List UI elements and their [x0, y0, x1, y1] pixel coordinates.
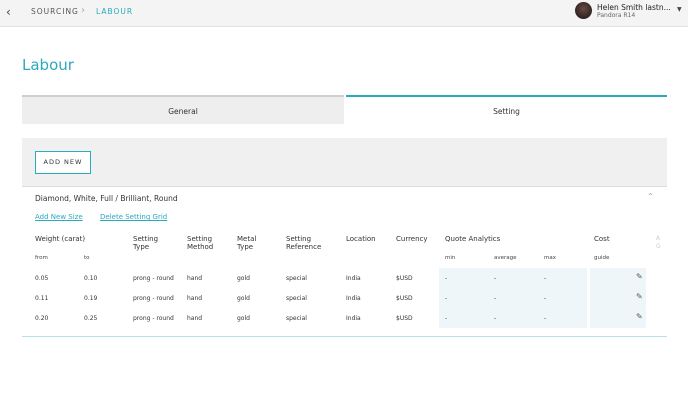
cell-metal-type: gold [237, 275, 250, 282]
cell-setting-reference: special [286, 295, 307, 302]
cell-location: India [346, 275, 361, 282]
edit-pencil-icon[interactable]: ✎ [636, 272, 643, 281]
cell-setting-type: prong - round [133, 315, 174, 322]
cell-to: 0.25 [84, 315, 98, 322]
cell-average: - [494, 315, 497, 322]
header-cost: Cost [594, 235, 610, 243]
cell-setting-reference: special [286, 315, 307, 322]
cell-min: - [445, 275, 448, 282]
cell-to: 0.19 [84, 295, 98, 302]
tab-setting[interactable]: Setting [346, 95, 667, 124]
table-row: 0.11 0.19 prong - round hand gold specia… [0, 288, 688, 308]
subheader-average: average [494, 255, 517, 261]
user-org: Pandora R14 [597, 12, 636, 19]
cell-min: - [445, 295, 448, 302]
header-faded-column: AG [656, 235, 661, 250]
cell-from: 0.20 [35, 315, 49, 322]
subheader-from: from [35, 255, 48, 261]
header-setting-method: Setting Method [187, 235, 214, 251]
cell-currency: $USD [396, 275, 413, 282]
add-new-size-link[interactable]: Add New Size [35, 213, 83, 221]
subheader-guide: guide [594, 255, 610, 261]
header-setting-reference: Setting Reference [286, 235, 322, 251]
cell-setting-type: prong - round [133, 295, 174, 302]
table-row: 0.20 0.25 prong - round hand gold specia… [0, 308, 688, 328]
group-title: Diamond, White, Full / Brilliant, Round [35, 194, 178, 203]
cell-location: India [346, 295, 361, 302]
header-metal-type: Metal Type [237, 235, 257, 251]
cell-currency: $USD [396, 295, 413, 302]
top-bar: ‹ SOURCING › LABOUR Helen Smith lastn...… [0, 0, 688, 27]
cell-setting-method: hand [187, 315, 203, 322]
breadcrumb-labour: LABOUR [96, 7, 134, 16]
cell-currency: $USD [396, 315, 413, 322]
page-title: Labour [22, 56, 74, 74]
header-currency: Currency [396, 235, 428, 243]
cell-average: - [494, 295, 497, 302]
table-row: 0.05 0.10 prong - round hand gold specia… [0, 268, 688, 288]
table-bottom-divider [22, 336, 667, 337]
header-setting-type: Setting Type [133, 235, 159, 251]
tab-general[interactable]: General [22, 95, 344, 124]
avatar[interactable] [575, 2, 592, 19]
cell-metal-type: gold [237, 315, 250, 322]
subheader-to: to [84, 255, 90, 261]
edit-pencil-icon[interactable]: ✎ [636, 312, 643, 321]
back-chevron-icon[interactable]: ‹ [6, 5, 16, 19]
cell-max: - [544, 315, 547, 322]
user-menu-caret-icon[interactable]: ▼ [677, 6, 682, 13]
subheader-min: min [445, 255, 456, 261]
cell-max: - [544, 275, 547, 282]
user-name[interactable]: Helen Smith lastn... [597, 3, 671, 12]
delete-setting-grid-link[interactable]: Delete Setting Grid [100, 213, 167, 221]
cell-min: - [445, 315, 448, 322]
cell-setting-method: hand [187, 295, 203, 302]
cell-from: 0.11 [35, 295, 49, 302]
cell-max: - [544, 295, 547, 302]
cell-from: 0.05 [35, 275, 49, 282]
cell-metal-type: gold [237, 295, 250, 302]
edit-pencil-icon[interactable]: ✎ [636, 292, 643, 301]
collapse-chevron-icon[interactable]: ⌃ [647, 192, 654, 201]
cell-average: - [494, 275, 497, 282]
cell-setting-type: prong - round [133, 275, 174, 282]
action-panel: ADD NEW [22, 138, 667, 186]
header-location: Location [346, 235, 376, 243]
cell-setting-method: hand [187, 275, 203, 282]
header-weight: Weight (carat) [35, 235, 86, 243]
cell-location: India [346, 315, 361, 322]
cell-to: 0.10 [84, 275, 98, 282]
add-new-button[interactable]: ADD NEW [35, 151, 91, 174]
breadcrumb-separator-icon: › [81, 5, 85, 16]
breadcrumb-sourcing[interactable]: SOURCING [31, 7, 79, 16]
divider [22, 186, 667, 187]
header-quote-analytics: Quote Analytics [445, 235, 501, 243]
cell-setting-reference: special [286, 275, 307, 282]
subheader-max: max [544, 255, 556, 261]
